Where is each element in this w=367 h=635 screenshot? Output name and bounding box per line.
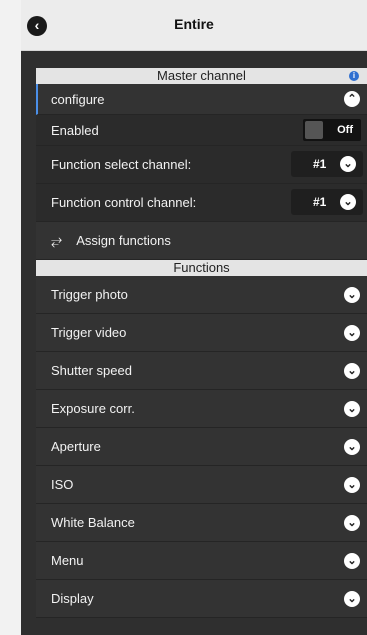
master-channel-section-header: Master channel i — [36, 68, 367, 84]
function-item[interactable]: White Balance ⌄ — [36, 504, 367, 542]
function-item[interactable]: Display ⌄ — [36, 580, 367, 618]
assign-functions-label: Assign functions — [76, 233, 171, 248]
chevron-down-icon[interactable]: ⌄ — [344, 286, 360, 303]
chevron-down-icon: ⌄ — [340, 156, 356, 172]
function-item-label: White Balance — [51, 515, 135, 530]
function-select-value: #1 — [313, 157, 327, 171]
info-icon[interactable]: i — [349, 71, 359, 81]
chevron-down-icon[interactable]: ⌄ — [344, 552, 360, 569]
enabled-toggle[interactable]: Off — [303, 119, 361, 141]
function-item-label: Exposure corr. — [51, 401, 135, 416]
function-item-label: Menu — [51, 553, 84, 568]
assign-functions-button[interactable]: ⥂ Assign functions — [36, 222, 367, 260]
app-header: ‹ Entire — [21, 0, 367, 51]
chevron-down-icon[interactable]: ⌄ — [344, 590, 360, 607]
chevron-down-icon: ⌄ — [340, 194, 356, 210]
chevron-down-icon[interactable]: ⌄ — [344, 324, 360, 341]
toggle-state-label: Off — [337, 124, 353, 136]
content-area: Master channel i configure ⌃ Enabled Off… — [36, 68, 367, 618]
app-screen: ‹ Entire Master channel i configure ⌃ En… — [21, 0, 367, 635]
function-select-dropdown[interactable]: #1 ⌄ — [291, 151, 363, 177]
chevron-down-icon[interactable]: ⌄ — [344, 438, 360, 455]
function-item-label: Trigger video — [51, 325, 127, 340]
function-control-dropdown[interactable]: #1 ⌄ — [291, 189, 363, 215]
function-item-label: Trigger photo — [51, 287, 128, 302]
enabled-row: Enabled Off — [36, 115, 367, 146]
shuffle-icon: ⥂ — [51, 232, 63, 248]
function-item[interactable]: Aperture ⌄ — [36, 428, 367, 466]
function-item[interactable]: Trigger photo ⌄ — [36, 276, 367, 314]
function-item-label: ISO — [51, 477, 74, 492]
function-item[interactable]: Trigger video ⌄ — [36, 314, 367, 352]
configure-collapsible[interactable]: configure ⌃ — [36, 84, 367, 115]
chevron-up-icon[interactable]: ⌃ — [344, 91, 360, 107]
function-item-label: Shutter speed — [51, 363, 132, 378]
function-control-value: #1 — [313, 195, 327, 209]
chevron-down-icon[interactable]: ⌄ — [344, 362, 360, 379]
toggle-knob — [305, 121, 323, 139]
chevron-down-icon[interactable]: ⌄ — [344, 476, 360, 493]
master-channel-label: Master channel — [157, 68, 246, 83]
functions-label: Functions — [173, 260, 230, 275]
function-item[interactable]: Shutter speed ⌄ — [36, 352, 367, 390]
function-select-channel-row: Function select channel: #1 ⌄ — [36, 146, 367, 184]
chevron-down-icon[interactable]: ⌄ — [344, 514, 360, 531]
page-title: Entire — [174, 16, 214, 32]
function-item-label: Aperture — [51, 439, 101, 454]
function-control-channel-row: Function control channel: #1 ⌄ — [36, 184, 367, 222]
function-item-label: Display — [51, 591, 94, 606]
chevron-down-icon[interactable]: ⌄ — [344, 400, 360, 417]
configure-label: configure — [51, 91, 105, 107]
functions-section-header: Functions — [36, 260, 367, 276]
function-item[interactable]: ISO ⌄ — [36, 466, 367, 504]
function-item[interactable]: Exposure corr. ⌄ — [36, 390, 367, 428]
function-item[interactable]: Menu ⌄ — [36, 542, 367, 580]
functions-list: Trigger photo ⌄ Trigger video ⌄ Shutter spee… — [36, 276, 367, 618]
